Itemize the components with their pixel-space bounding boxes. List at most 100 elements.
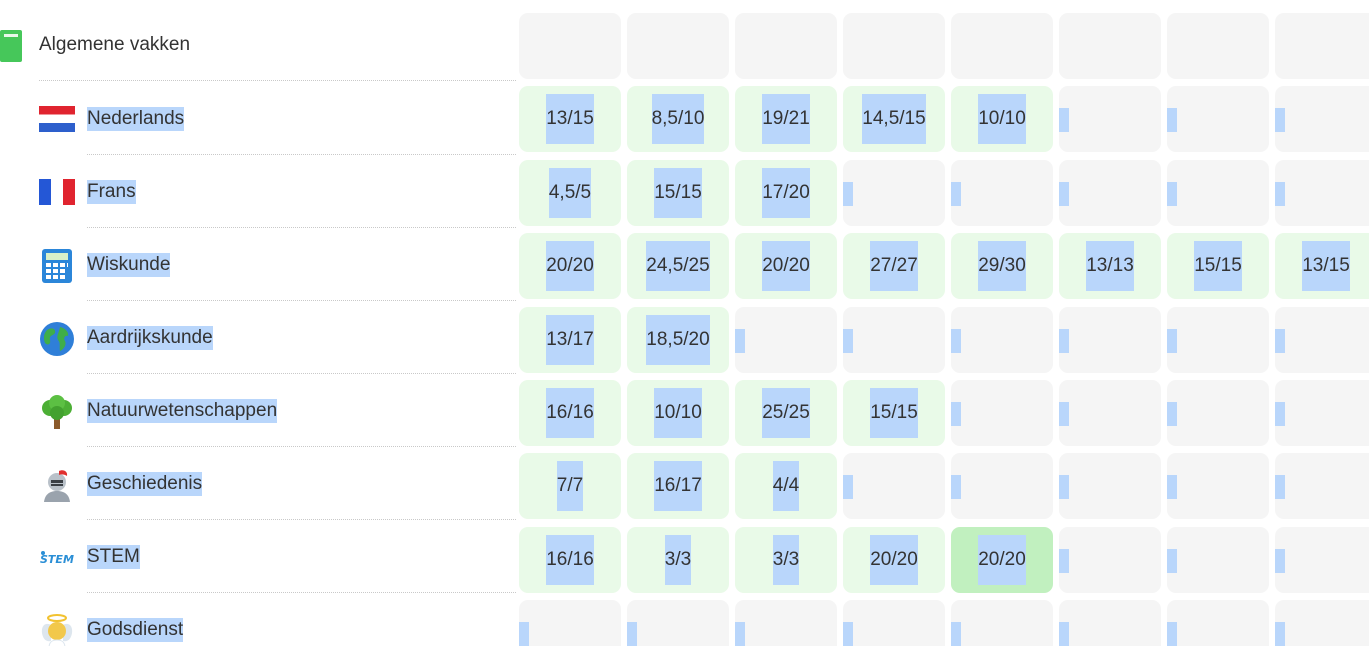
subject-label[interactable]: Geschiedenis [87, 472, 203, 496]
score-cell[interactable]: 19/21 [735, 86, 837, 152]
score-value: 29/30 [978, 241, 1026, 291]
score-value: 15/15 [654, 168, 702, 218]
empty-score-cell[interactable] [843, 307, 945, 373]
selection-marker [1059, 475, 1069, 499]
subject-label[interactable]: Frans [87, 180, 136, 204]
score-cell[interactable]: 7/7 [519, 453, 621, 519]
empty-score-cell[interactable] [1167, 307, 1269, 373]
score-cell[interactable]: 15/15 [1167, 233, 1269, 299]
empty-score-cell[interactable] [843, 160, 945, 226]
empty-score-cell[interactable] [951, 453, 1053, 519]
score-value: 20/20 [546, 241, 594, 291]
score-cell[interactable]: 10/10 [627, 380, 729, 446]
score-value: 24,5/25 [646, 241, 710, 291]
empty-score-cell[interactable] [1059, 86, 1161, 152]
score-cell[interactable]: 17/20 [735, 160, 837, 226]
subject-label[interactable]: Nederlands [87, 107, 185, 131]
score-cell[interactable]: 15/15 [627, 160, 729, 226]
subject-label[interactable]: STEM [87, 545, 140, 569]
score-cell[interactable]: 13/17 [519, 307, 621, 373]
subject-label[interactable]: Wiskunde [87, 253, 171, 277]
score-cell[interactable]: 10/10 [951, 86, 1053, 152]
empty-score-cell[interactable] [627, 600, 729, 646]
empty-score-cell[interactable] [1275, 453, 1369, 519]
divider [87, 519, 516, 520]
empty-score-cell[interactable] [1059, 307, 1161, 373]
score-cell[interactable]: 20/20 [519, 233, 621, 299]
selection-marker [1059, 622, 1069, 646]
empty-score-cell[interactable] [1167, 600, 1269, 646]
grades-overview: Algemene vakken Nederlands Frans Wiskund… [0, 0, 1369, 646]
empty-score-cell[interactable] [1059, 527, 1161, 593]
empty-score-cell[interactable] [735, 600, 837, 646]
score-cell[interactable]: 27/27 [843, 233, 945, 299]
subject-row-nederlands[interactable]: Nederlands [0, 83, 516, 155]
selection-marker [1275, 475, 1285, 499]
selection-marker [1275, 622, 1285, 646]
selection-marker [951, 402, 961, 426]
empty-score-cell[interactable] [1167, 380, 1269, 446]
empty-score-cell[interactable] [1059, 160, 1161, 226]
empty-score-cell[interactable] [735, 307, 837, 373]
subject-label[interactable]: Aardrijkskunde [87, 326, 213, 350]
empty-score-cell[interactable] [1275, 380, 1369, 446]
score-cell[interactable]: 13/15 [1275, 233, 1369, 299]
empty-score-cell[interactable] [1167, 86, 1269, 152]
calculator-icon [39, 248, 75, 283]
selection-marker [951, 622, 961, 646]
score-cell[interactable]: 20/20 [951, 527, 1053, 593]
score-cell[interactable]: 20/20 [843, 527, 945, 593]
divider [87, 592, 516, 593]
header-cell [735, 13, 837, 79]
score-cell[interactable]: 3/3 [735, 527, 837, 593]
divider [87, 300, 516, 301]
empty-score-cell[interactable] [1059, 600, 1161, 646]
subject-row-stem[interactable]: STEM STEM [0, 521, 516, 593]
score-cell[interactable]: 16/16 [519, 380, 621, 446]
score-cell[interactable]: 29/30 [951, 233, 1053, 299]
score-cell[interactable]: 20/20 [735, 233, 837, 299]
empty-score-cell[interactable] [843, 600, 945, 646]
score-value: 4,5/5 [548, 168, 592, 218]
empty-score-cell[interactable] [1275, 160, 1369, 226]
empty-score-cell[interactable] [1059, 380, 1161, 446]
subject-label[interactable]: Godsdienst [87, 618, 184, 642]
score-cell[interactable]: 16/16 [519, 527, 621, 593]
empty-score-cell[interactable] [1059, 453, 1161, 519]
score-cell[interactable]: 8,5/10 [627, 86, 729, 152]
subject-row-wiskunde[interactable]: Wiskunde [0, 229, 516, 301]
empty-score-cell[interactable] [1167, 527, 1269, 593]
score-cell[interactable]: 13/13 [1059, 233, 1161, 299]
score-cell[interactable]: 25/25 [735, 380, 837, 446]
empty-score-cell[interactable] [1167, 160, 1269, 226]
empty-score-cell[interactable] [1275, 527, 1369, 593]
empty-score-cell[interactable] [951, 160, 1053, 226]
subject-row-frans[interactable]: Frans [0, 156, 516, 228]
header-cell [1059, 13, 1161, 79]
score-cell[interactable]: 16/17 [627, 453, 729, 519]
empty-score-cell[interactable] [519, 600, 621, 646]
score-cell[interactable]: 13/15 [519, 86, 621, 152]
subject-row-aardrijkskunde[interactable]: Aardrijkskunde [0, 302, 516, 374]
score-cell[interactable]: 14,5/15 [843, 86, 945, 152]
subject-row-natuurwetenschappen[interactable]: Natuurwetenschappen [0, 375, 516, 447]
empty-score-cell[interactable] [843, 453, 945, 519]
score-cell[interactable]: 4/4 [735, 453, 837, 519]
score-cell[interactable]: 4,5/5 [519, 160, 621, 226]
empty-score-cell[interactable] [951, 600, 1053, 646]
subject-row-godsdienst[interactable]: Godsdienst [0, 594, 516, 646]
score-value: 19/21 [762, 94, 810, 144]
score-value: 3/3 [664, 535, 692, 585]
empty-score-cell[interactable] [1275, 86, 1369, 152]
empty-score-cell[interactable] [1275, 600, 1369, 646]
score-cell[interactable]: 3/3 [627, 527, 729, 593]
empty-score-cell[interactable] [951, 380, 1053, 446]
subject-row-geschiedenis[interactable]: Geschiedenis [0, 448, 516, 520]
subject-label[interactable]: Natuurwetenschappen [87, 399, 278, 423]
empty-score-cell[interactable] [1167, 453, 1269, 519]
score-cell[interactable]: 15/15 [843, 380, 945, 446]
empty-score-cell[interactable] [951, 307, 1053, 373]
empty-score-cell[interactable] [1275, 307, 1369, 373]
score-cell[interactable]: 18,5/20 [627, 307, 729, 373]
score-cell[interactable]: 24,5/25 [627, 233, 729, 299]
